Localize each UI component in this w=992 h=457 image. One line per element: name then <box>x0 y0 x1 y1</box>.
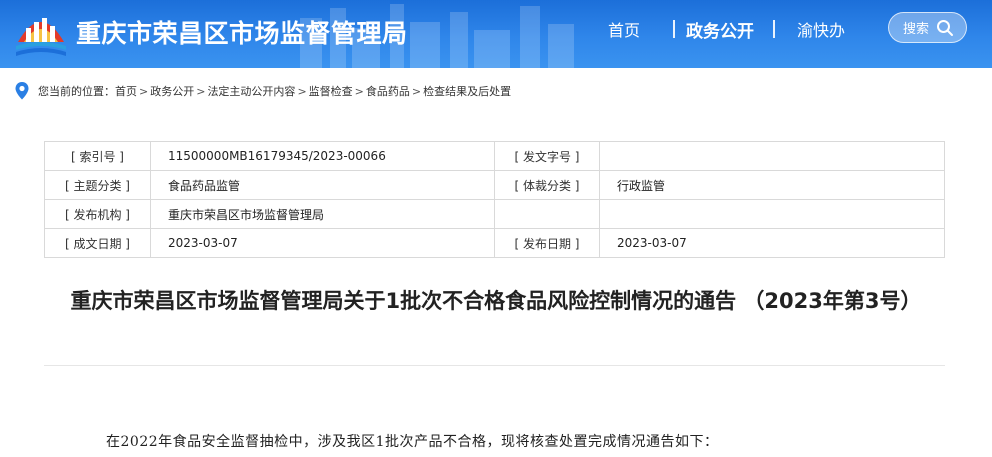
site-header: 重庆市荣昌区市场监督管理局 首页 政务公开 渝快办 搜索 <box>0 0 992 68</box>
article-paragraph: 在2022年食品安全监督抽检中，涉及我区1批次产品不合格，现将核查处置完成情况通… <box>106 434 719 450</box>
nav-yukuaiban[interactable]: 渝快办 <box>797 0 845 58</box>
site-title[interactable]: 重庆市荣昌区市场监督管理局 <box>76 14 408 50</box>
meta-value: 食品药品监管 <box>150 170 495 200</box>
meta-label: [ 发布机构 ] <box>44 199 151 229</box>
search-label: 搜索 <box>903 22 930 37</box>
meta-label: [ 体裁分类 ] <box>494 170 600 200</box>
breadcrumb-separator: > <box>139 84 149 98</box>
site-logo-icon[interactable] <box>14 8 68 58</box>
breadcrumb: 您当前的位置： 首页 > 政务公开 > 法定主动公开内容 > 监督检查 > 食品… <box>14 80 511 102</box>
meta-value <box>599 199 945 229</box>
search-button[interactable]: 搜索 <box>888 12 967 43</box>
nav-home[interactable]: 首页 <box>608 0 640 58</box>
breadcrumb-separator: > <box>354 84 364 98</box>
meta-value <box>599 141 945 171</box>
title-divider <box>44 365 945 366</box>
meta-label <box>494 199 600 229</box>
meta-value: 11500000MB16179345/2023-00066 <box>150 141 495 171</box>
table-row: [ 主题分类 ] 食品药品监管 [ 体裁分类 ] 行政监管 <box>44 170 945 200</box>
nav-gov-affairs[interactable]: 政务公开 <box>686 0 754 58</box>
meta-value: 行政监管 <box>599 170 945 200</box>
table-row: [ 成文日期 ] 2023-03-07 [ 发布日期 ] 2023-03-07 <box>44 228 945 258</box>
meta-value: 2023-03-07 <box>150 228 495 258</box>
location-pin-icon <box>15 82 29 100</box>
nav-separator <box>673 20 675 38</box>
table-row: [ 索引号 ] 11500000MB16179345/2023-00066 [ … <box>44 141 945 171</box>
breadcrumb-separator: > <box>297 84 307 98</box>
meta-value: 2023-03-07 <box>599 228 945 258</box>
meta-label: [ 发布日期 ] <box>494 228 600 258</box>
table-row: [ 发布机构 ] 重庆市荣昌区市场监督管理局 <box>44 199 945 229</box>
meta-label: [ 主题分类 ] <box>44 170 151 200</box>
breadcrumb-item[interactable]: 法定主动公开内容 <box>207 83 295 99</box>
meta-label: [ 索引号 ] <box>44 141 151 171</box>
meta-value: 重庆市荣昌区市场监督管理局 <box>150 199 495 229</box>
search-icon <box>937 20 953 36</box>
breadcrumb-item[interactable]: 监督检查 <box>309 83 353 99</box>
breadcrumb-separator: > <box>411 84 422 98</box>
breadcrumb-separator: > <box>196 84 206 98</box>
document-meta-table: [ 索引号 ] 11500000MB16179345/2023-00066 [ … <box>44 141 945 258</box>
breadcrumb-item[interactable]: 检查结果及后处置 <box>423 83 511 99</box>
meta-label: [ 发文字号 ] <box>494 141 600 171</box>
breadcrumb-item[interactable]: 首页 <box>115 83 137 99</box>
breadcrumb-item[interactable]: 食品药品 <box>366 83 410 99</box>
breadcrumb-prefix: 您当前的位置： <box>38 85 115 98</box>
breadcrumb-item[interactable]: 政务公开 <box>150 83 194 99</box>
article-title: 重庆市荣昌区市场监督管理局关于1批次不合格食品风险控制情况的通告 （2023年第… <box>70 289 922 313</box>
nav-separator <box>773 20 775 38</box>
meta-label: [ 成文日期 ] <box>44 228 151 258</box>
